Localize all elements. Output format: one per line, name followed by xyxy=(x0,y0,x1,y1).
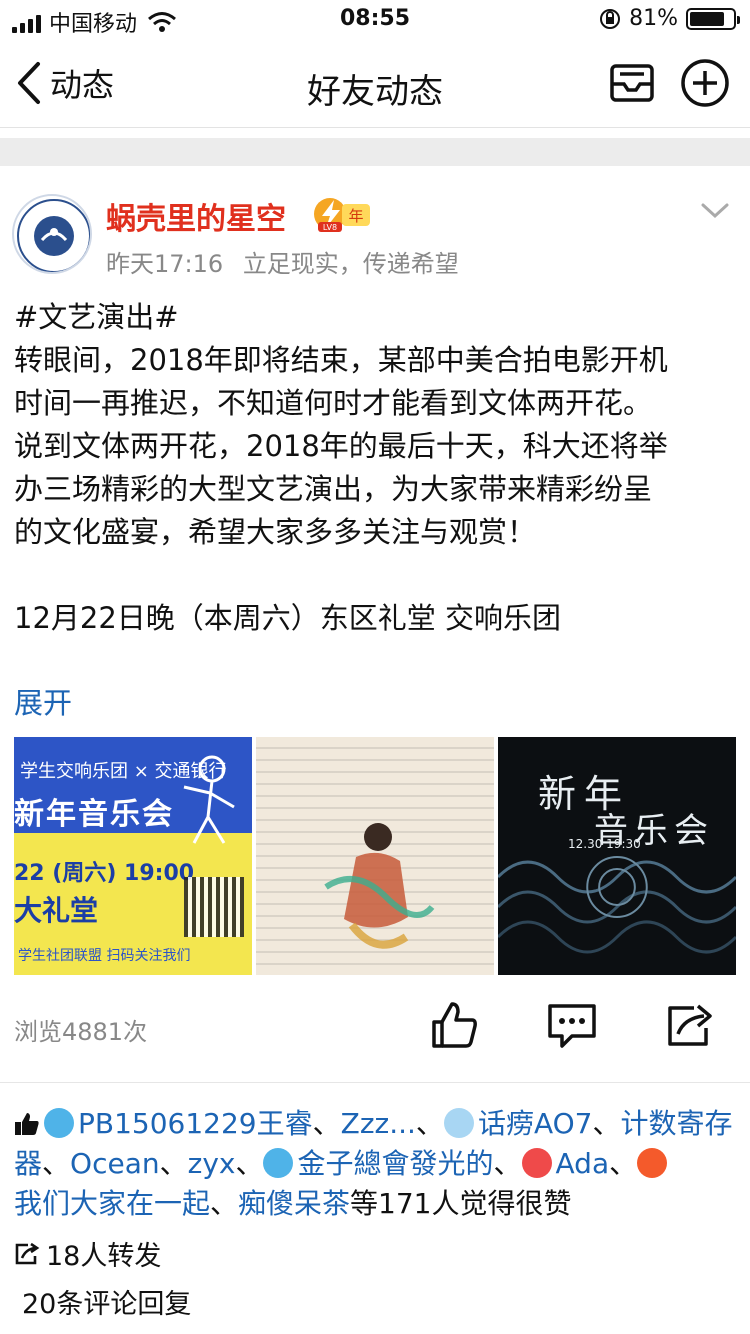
body-line: 办三场精彩的大型文艺演出，为大家带来精彩纷呈 xyxy=(14,472,653,506)
liker-name[interactable]: 话痨AO7 xyxy=(478,1107,593,1140)
liker-name[interactable]: Ada xyxy=(556,1147,610,1180)
svg-text:年: 年 xyxy=(348,207,363,225)
liker-name[interactable]: 金子總會發光的 xyxy=(297,1147,493,1180)
avatar[interactable] xyxy=(12,194,92,274)
author-signature: 立足现实，传递希望 xyxy=(242,250,459,278)
poster-text: 22 (周六) 19:00 xyxy=(14,861,195,886)
battery-percent: 81% xyxy=(629,6,678,31)
poster-image-2[interactable] xyxy=(256,737,494,975)
post-meta: 昨天17:16 立足现实，传递希望 xyxy=(106,244,459,279)
poster-image-1[interactable]: 学生交响乐团 × 交通银行 新年音乐会 22 (周六) 19:00 大礼堂 学生… xyxy=(14,737,252,975)
repost-icon xyxy=(15,1242,40,1264)
chevron-down-icon[interactable] xyxy=(700,202,730,220)
thumbs-up-icon xyxy=(15,1113,39,1135)
comment-count[interactable]: 20条评论回复 xyxy=(22,1282,191,1321)
violin-figure-icon xyxy=(183,755,235,844)
view-count: 浏览4881次 xyxy=(14,1018,148,1046)
crown-badge-icon xyxy=(44,1108,74,1138)
flag-badge-icon xyxy=(637,1148,668,1178)
poster-text: 12.30 19:30 xyxy=(568,837,641,851)
body-line: #文艺演出# xyxy=(14,300,179,334)
status-right: 81% xyxy=(599,6,740,31)
body-line: 12月22日晚（本周六）东区礼堂 交响乐团 xyxy=(14,601,562,635)
body-line: 转眼间，2018年即将结束，某部中美合拍电影开机 xyxy=(14,343,668,377)
liker-name[interactable]: Zzz... xyxy=(341,1107,416,1140)
action-buttons xyxy=(428,1000,716,1050)
body-line: 说到文体两开花，2018年的最后十天，科大还将举 xyxy=(14,429,668,463)
vip-badge: 年 LV8 xyxy=(312,194,374,234)
poster-image-3[interactable]: 新年 音乐会 12.30 19:30 xyxy=(498,737,736,975)
nav-bar: 动态 好友动态 xyxy=(0,40,750,128)
expand-link[interactable]: 展开 xyxy=(14,680,72,722)
author-name[interactable]: 蜗壳里的星空 xyxy=(106,194,286,238)
post-header: 蜗壳里的星空 年 LV8 昨天17:16 立足现实，传递希望 xyxy=(0,166,750,286)
nav-actions xyxy=(608,58,730,108)
body-line: 的文化盛宴，希望大家多多关注与观赏！ xyxy=(14,515,537,549)
image-grid: 学生交响乐团 × 交通银行 新年音乐会 22 (周六) 19:00 大礼堂 学生… xyxy=(14,737,736,975)
qr-code-icon xyxy=(184,877,244,937)
liker-name[interactable]: 痴傻呆茶 xyxy=(238,1187,350,1220)
rotation-lock-icon xyxy=(600,8,621,29)
body-line: 时间一再推迟，不知道何时才能看到文体两开花。 xyxy=(14,386,653,420)
share-icon[interactable] xyxy=(664,1000,716,1050)
like-icon[interactable] xyxy=(428,1000,480,1050)
add-circle-icon[interactable] xyxy=(680,58,730,108)
body-line xyxy=(14,554,744,597)
liker-name[interactable]: Ocean xyxy=(70,1147,160,1180)
liker-name[interactable]: 我们大家在一起 xyxy=(14,1187,210,1220)
section-divider xyxy=(0,138,750,166)
post-body: #文艺演出# 转眼间，2018年即将结束，某部中美合拍电影开机 时间一再推迟，不… xyxy=(14,296,744,640)
liker-name[interactable]: zyx xyxy=(188,1147,236,1180)
poster-text: 学生社团联盟 扫码关注我们 xyxy=(18,948,191,964)
dancer-figure-icon xyxy=(324,823,435,949)
lightning-badge-icon: 年 LV8 xyxy=(314,198,370,232)
poster-text: 大礼堂 xyxy=(14,894,99,927)
repost-label: 18人转发 xyxy=(46,1241,162,1272)
repost-count[interactable]: 18人转发 xyxy=(14,1234,161,1273)
poster-text: 新年音乐会 xyxy=(14,797,174,832)
heart-badge-icon xyxy=(521,1148,552,1178)
crown-badge-icon xyxy=(263,1148,294,1178)
avatar-logo-icon xyxy=(17,199,90,272)
action-row: 浏览4881次 xyxy=(0,990,750,1070)
inbox-icon[interactable] xyxy=(608,58,656,106)
likes-list: PB15061229王睿、Zzz...、 话痨AO7、计数寄存器、Ocean、zy… xyxy=(14,1107,733,1220)
battery-fill xyxy=(690,11,725,26)
bottle-badge-icon xyxy=(443,1108,474,1138)
likes-suffix: 等171人觉得很赞 xyxy=(350,1187,572,1220)
post-time: 昨天17:16 xyxy=(106,250,224,278)
liker-name[interactable]: PB15061229王睿 xyxy=(78,1107,313,1140)
battery-icon xyxy=(686,7,740,30)
comment-icon[interactable] xyxy=(546,1000,598,1050)
svg-text:LV8: LV8 xyxy=(323,223,337,232)
divider xyxy=(0,1082,750,1083)
status-bar: 中国移动 08:55 81% xyxy=(0,0,750,40)
